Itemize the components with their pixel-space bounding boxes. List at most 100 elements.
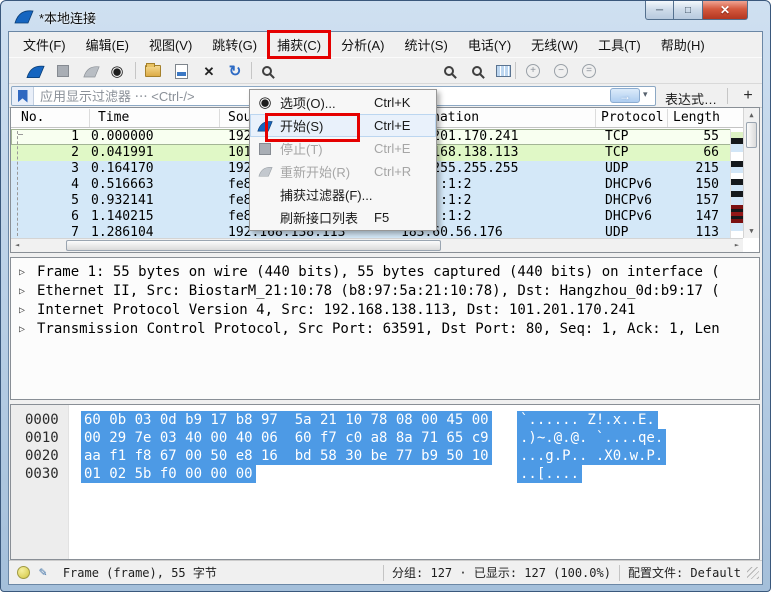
zoom-in-icon <box>444 66 454 76</box>
menu-edit[interactable]: 编辑(E) <box>76 32 139 57</box>
zoom-out-icon <box>472 66 482 76</box>
start-item-annotation-box <box>265 113 360 142</box>
magnify-plus-button[interactable]: + <box>521 61 545 81</box>
find-packet-button[interactable] <box>255 61 279 81</box>
open-file-button[interactable] <box>141 61 165 81</box>
reload-button[interactable]: ↻ <box>223 61 247 81</box>
apply-filter-button[interactable]: → <box>610 88 640 103</box>
close-button[interactable]: ✕ <box>703 1 748 20</box>
expander-icon[interactable]: ▷ <box>19 263 25 282</box>
start-capture-button[interactable] <box>23 61 47 81</box>
column-no[interactable]: No. <box>21 110 44 125</box>
column-protocol[interactable]: Protocol <box>601 110 664 125</box>
detail-frame-row[interactable]: ▷Frame 1: 55 bytes on wire (440 bits), 5… <box>11 263 759 282</box>
magnify-reset-button[interactable]: = <box>577 61 601 81</box>
magnifier-icon <box>262 66 272 76</box>
hex-row[interactable]: 001000 29 7e 03 40 00 40 06 60 f7 c0 a8 … <box>11 429 759 447</box>
hex-row[interactable]: 000060 0b 03 0d b9 17 b8 97 5a 21 10 78 … <box>11 411 759 429</box>
restart-capture-button[interactable] <box>79 61 103 81</box>
packet-list-vscrollbar[interactable]: ▲ ▼ <box>743 108 759 238</box>
related-packet-indicator <box>17 131 23 236</box>
resize-grip[interactable] <box>747 567 759 579</box>
expander-icon[interactable]: ▷ <box>19 320 25 339</box>
packet-bytes-pane: 000060 0b 03 0d b9 17 b8 97 5a 21 10 78 … <box>10 404 760 560</box>
stop-capture-button[interactable] <box>51 61 75 81</box>
wireshark-window: *本地连接 ─ □ ✕ 文件(F) 编辑(E) 视图(V) 跳转(G) 捕获(C… <box>0 0 771 592</box>
toolbar-separator <box>135 62 136 79</box>
column-length[interactable]: Length <box>673 110 720 125</box>
restart-fin-icon <box>83 65 100 78</box>
packet-list-hscrollbar[interactable]: ◄ ► <box>11 238 743 252</box>
vscrollbar-thumb[interactable] <box>746 122 757 148</box>
detail-ethernet-row[interactable]: ▷Ethernet II, Src: BiostarM_21:10:78 (b8… <box>11 282 759 301</box>
hex-row[interactable]: 0020aa f1 f8 67 00 50 e8 16 bd 58 30 be … <box>11 447 759 465</box>
filter-separator <box>727 88 728 104</box>
menu-help[interactable]: 帮助(H) <box>651 32 715 57</box>
menu-wireless[interactable]: 无线(W) <box>521 32 588 57</box>
menu-analyze[interactable]: 分析(A) <box>331 32 394 57</box>
minimize-button[interactable]: ─ <box>645 1 674 20</box>
maximize-button[interactable]: □ <box>674 1 703 20</box>
close-file-icon: ✕ <box>204 65 215 78</box>
resize-columns-icon <box>496 65 511 77</box>
scroll-down-icon[interactable]: ▼ <box>744 227 759 235</box>
packet-details-pane: ▷Frame 1: 55 bytes on wire (440 bits), 5… <box>10 257 760 400</box>
capture-comment-icon[interactable]: ✎ <box>39 565 47 580</box>
gear-icon: ◉ <box>110 64 123 79</box>
expression-button[interactable]: 表达式… <box>665 89 717 108</box>
menu-item-capture-filters[interactable]: 捕获过滤器(F)... <box>250 183 436 206</box>
save-icon <box>175 64 188 79</box>
menu-tools[interactable]: 工具(T) <box>588 32 651 57</box>
magnify-minus-button[interactable]: − <box>549 61 573 81</box>
capture-menu-dropdown: ◉ 选项(O)... Ctrl+K 开始(S) Ctrl+E 停止(T) Ctr… <box>249 89 437 231</box>
zoom-out-button[interactable] <box>465 61 489 81</box>
filter-dropdown-caret-icon[interactable]: ▾ <box>643 89 648 100</box>
resize-columns-button[interactable] <box>491 61 515 81</box>
toolbar-separator <box>251 62 252 79</box>
expert-info-icon[interactable] <box>17 566 30 579</box>
menu-item-options[interactable]: ◉ 选项(O)... Ctrl+K <box>250 91 436 114</box>
apply-arrow-icon: → <box>619 89 631 103</box>
scroll-left-icon[interactable]: ◄ <box>15 241 19 249</box>
scroll-right-icon[interactable]: ► <box>735 241 739 249</box>
window-title: *本地连接 <box>39 8 96 27</box>
folder-icon <box>145 65 161 77</box>
menu-capture[interactable]: 捕获(C) <box>267 32 331 57</box>
menu-bar: 文件(F) 编辑(E) 视图(V) 跳转(G) 捕获(C) 分析(A) 统计(S… <box>9 32 762 57</box>
expander-icon[interactable]: ▷ <box>19 301 25 320</box>
toolbar-separator <box>515 62 516 79</box>
restart-fin-icon <box>258 166 273 177</box>
client-area: 文件(F) 编辑(E) 视图(V) 跳转(G) 捕获(C) 分析(A) 统计(S… <box>8 31 763 585</box>
hscrollbar-thumb[interactable] <box>66 240 441 251</box>
sharkfin-icon <box>26 64 45 79</box>
wireshark-fin-icon <box>14 9 34 24</box>
menu-item-refresh-interfaces[interactable]: 刷新接口列表 F5 <box>250 206 436 229</box>
detail-tcp-row[interactable]: ▷Transmission Control Protocol, Src Port… <box>11 320 759 339</box>
menu-view[interactable]: 视图(V) <box>139 32 202 57</box>
hex-row[interactable]: 003001 02 5b f0 00 00 00..[.... <box>11 465 759 483</box>
stop-icon <box>57 65 69 77</box>
save-file-button[interactable] <box>169 61 193 81</box>
capture-options-button[interactable]: ◉ <box>105 61 129 81</box>
status-profile[interactable]: 配置文件: Default <box>628 564 741 581</box>
filter-bookmark-button[interactable] <box>12 87 34 105</box>
add-filter-button[interactable]: + <box>737 85 759 107</box>
column-time[interactable]: Time <box>98 110 129 125</box>
menu-file[interactable]: 文件(F) <box>13 32 76 57</box>
menu-go[interactable]: 跳转(G) <box>202 32 267 57</box>
zoom-in-button[interactable] <box>437 61 461 81</box>
menu-item-restart: 重新开始(R) Ctrl+R <box>250 160 436 183</box>
intelligent-scrollbar-minimap[interactable] <box>730 129 743 238</box>
stop-icon <box>259 143 271 155</box>
detail-ip-row[interactable]: ▷Internet Protocol Version 4, Src: 192.1… <box>11 301 759 320</box>
circled-equal-icon: = <box>582 64 596 78</box>
menu-telephony[interactable]: 电话(Y) <box>458 32 521 57</box>
status-packet-stats: 分组: 127 · 已显示: 127 (100.0%) <box>392 564 611 581</box>
circled-plus-icon: + <box>526 64 540 78</box>
close-file-button[interactable]: ✕ <box>197 61 221 81</box>
reload-icon: ↻ <box>229 64 242 79</box>
circled-minus-icon: − <box>554 64 568 78</box>
expander-icon[interactable]: ▷ <box>19 282 25 301</box>
menu-statistics[interactable]: 统计(S) <box>394 32 457 57</box>
scroll-up-icon[interactable]: ▲ <box>744 111 759 119</box>
